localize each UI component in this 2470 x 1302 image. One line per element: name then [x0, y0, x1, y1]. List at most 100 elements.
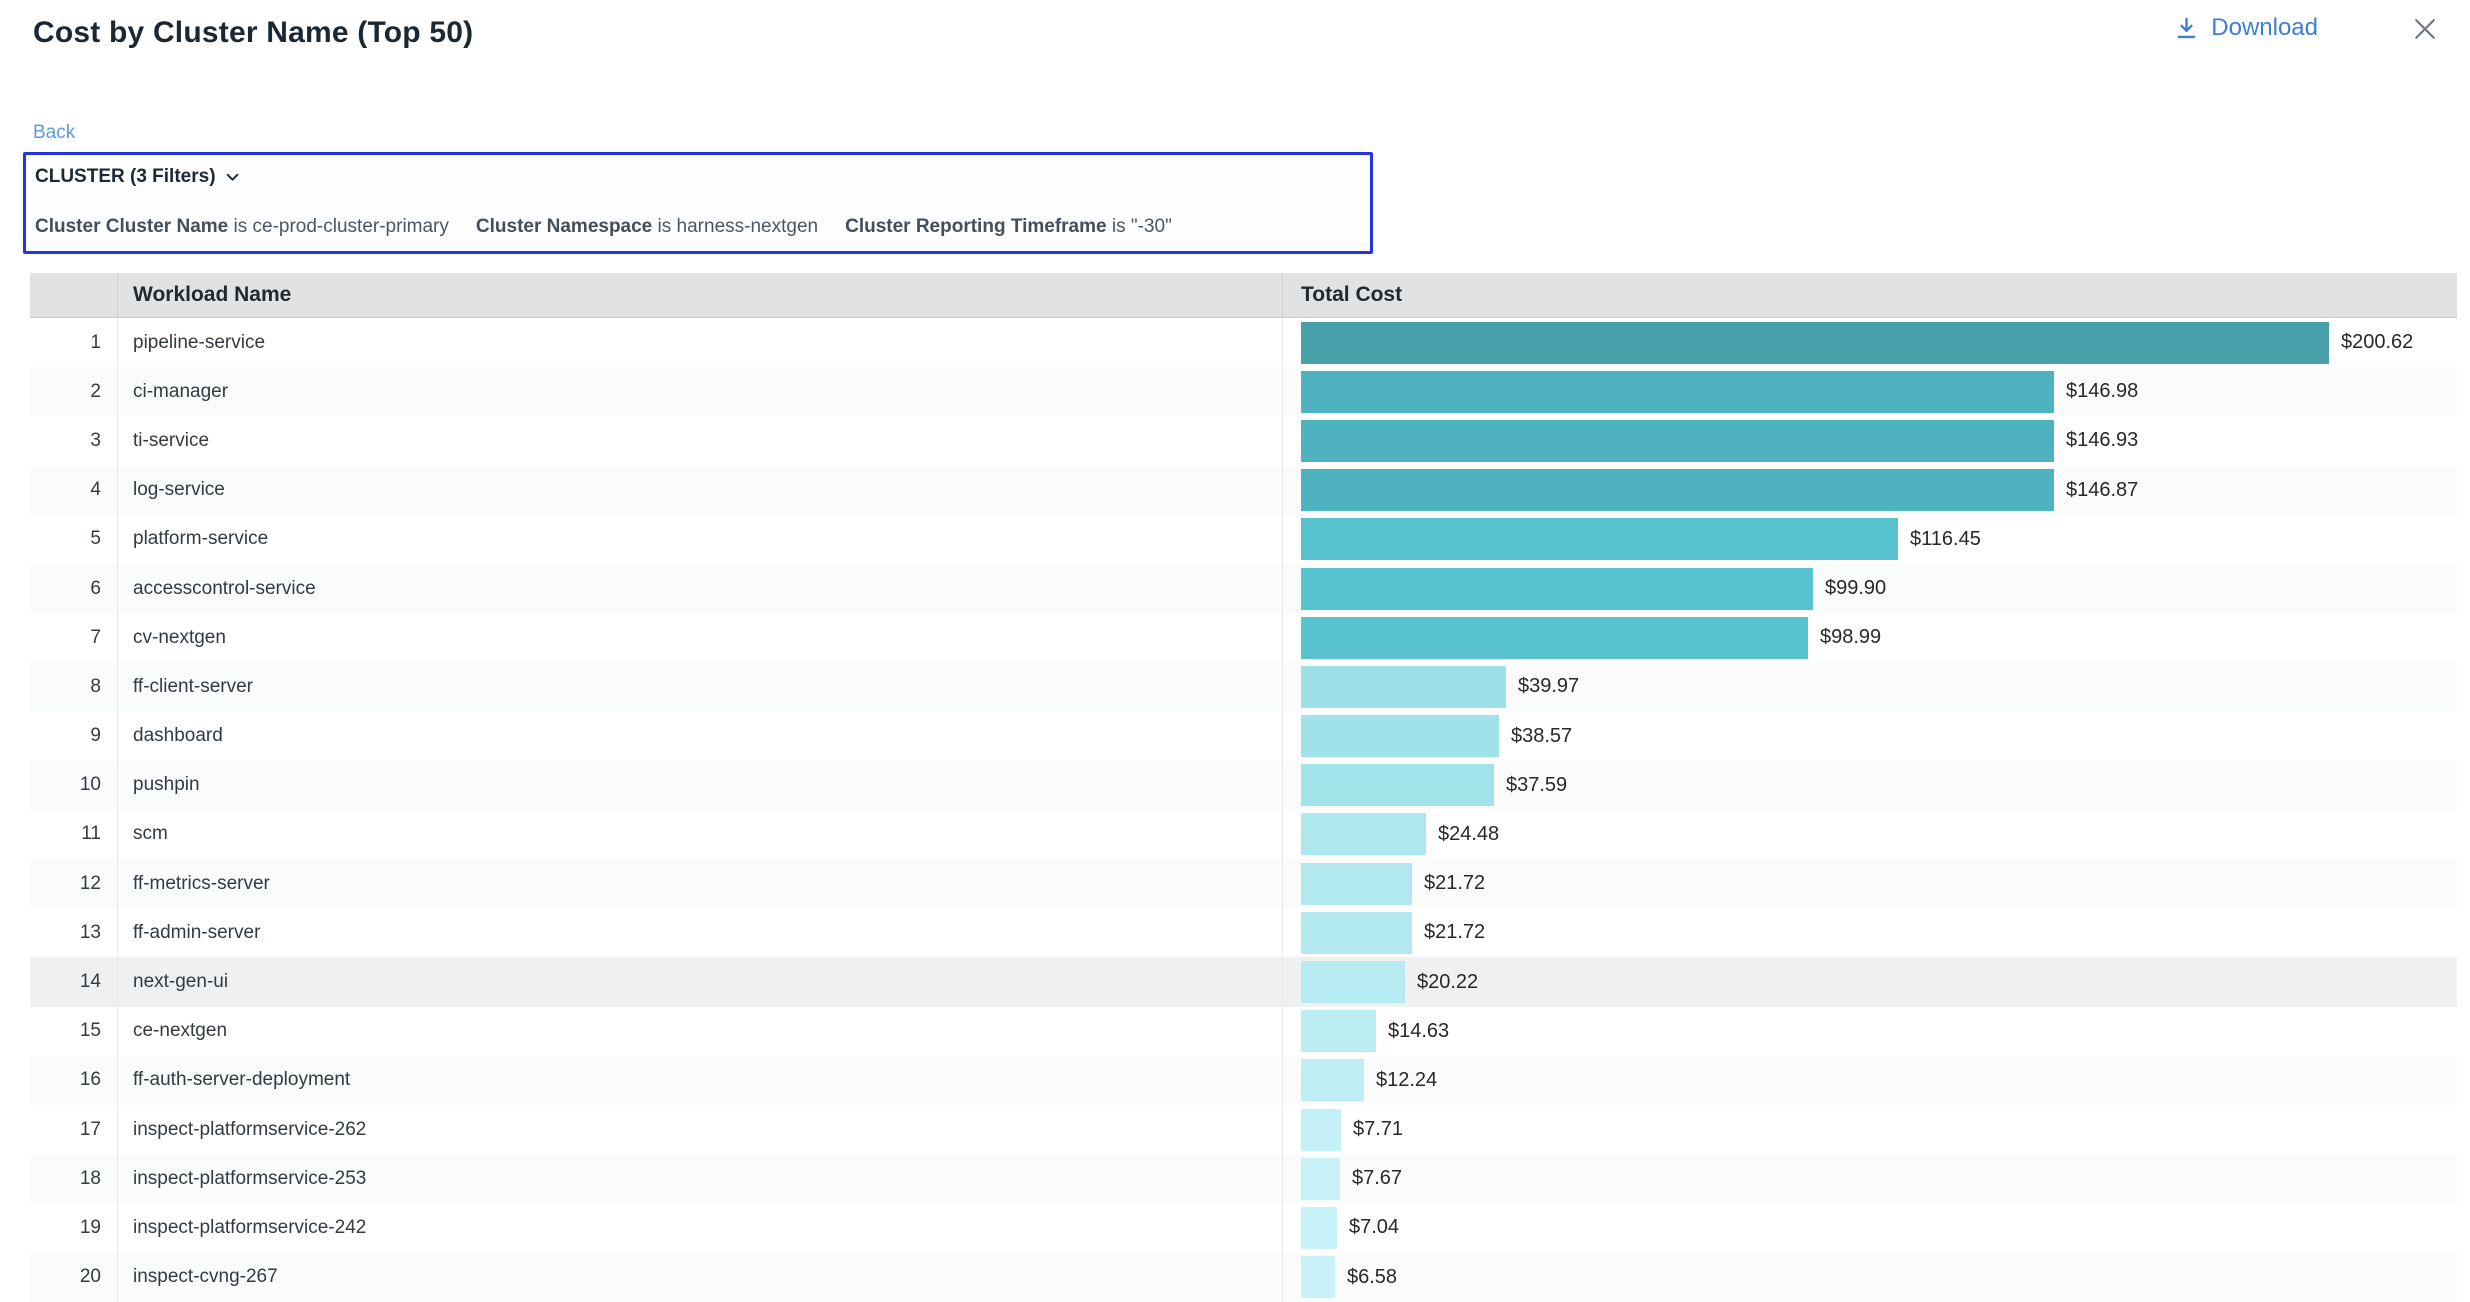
table-row: 17 inspect-platformservice-262 $7.71	[30, 1105, 2457, 1154]
cost-value: $146.93	[2066, 429, 2138, 452]
cost-value: $116.45	[1910, 528, 1981, 551]
total-cost-cell: $12.24	[1282, 1056, 2457, 1105]
cost-bar[interactable]	[1301, 912, 1412, 954]
page-title: Cost by Cluster Name (Top 50)	[33, 16, 473, 50]
filter-panel: CLUSTER (3 Filters) Cluster Cluster Name…	[23, 152, 1373, 254]
table-row: 7 cv-nextgen $98.99	[30, 613, 2457, 662]
cost-value: $21.72	[1424, 872, 1485, 895]
row-rank: 8	[30, 662, 118, 711]
cost-value: $98.99	[1820, 626, 1881, 649]
table-row: 19 inspect-platformservice-242 $7.04	[30, 1203, 2457, 1252]
cost-value: $7.71	[1353, 1118, 1403, 1141]
cost-bar[interactable]	[1301, 1010, 1376, 1052]
row-rank: 11	[30, 810, 118, 859]
cost-value: $200.62	[2341, 331, 2413, 354]
total-cost-cell: $38.57	[1282, 712, 2457, 761]
cost-bar[interactable]	[1301, 863, 1412, 905]
total-cost-cell: $7.67	[1282, 1154, 2457, 1203]
cost-bar[interactable]	[1301, 469, 2054, 511]
cost-table: Workload Name Total Cost 1 pipeline-serv…	[30, 273, 2457, 1302]
row-rank: 12	[30, 859, 118, 908]
table-row: 15 ce-nextgen $14.63	[30, 1007, 2457, 1056]
total-cost-cell: $98.99	[1282, 613, 2457, 662]
cost-value: $21.72	[1424, 921, 1485, 944]
cost-bar[interactable]	[1301, 1059, 1364, 1101]
row-rank: 6	[30, 564, 118, 613]
row-rank: 15	[30, 1007, 118, 1056]
workload-name: log-service	[118, 466, 1282, 515]
table-row: 13 ff-admin-server $21.72	[30, 908, 2457, 957]
row-rank: 1	[30, 318, 118, 367]
cost-bar[interactable]	[1301, 568, 1813, 610]
row-rank: 17	[30, 1105, 118, 1154]
download-icon	[2173, 15, 2200, 42]
workload-name: ce-nextgen	[118, 1007, 1282, 1056]
cost-bar[interactable]	[1301, 764, 1494, 806]
total-cost-cell: $7.04	[1282, 1203, 2457, 1252]
total-cost-cell: $39.97	[1282, 662, 2457, 711]
close-icon	[2410, 14, 2440, 44]
cost-value: $20.22	[1417, 971, 1478, 994]
table-header-row: Workload Name Total Cost	[30, 273, 2457, 318]
row-rank: 14	[30, 957, 118, 1006]
back-link[interactable]: Back	[33, 122, 75, 144]
workload-name: inspect-platformservice-262	[118, 1105, 1282, 1154]
table-row: 9 dashboard $38.57	[30, 712, 2457, 761]
table-row: 2 ci-manager $146.98	[30, 367, 2457, 416]
row-rank: 2	[30, 367, 118, 416]
chevron-down-icon	[225, 170, 240, 185]
cost-value: $99.90	[1825, 577, 1886, 600]
row-rank: 3	[30, 416, 118, 465]
cost-bar[interactable]	[1301, 1158, 1340, 1200]
row-rank: 20	[30, 1253, 118, 1302]
cost-bar[interactable]	[1301, 666, 1506, 708]
table-body: 1 pipeline-service $200.62 2 ci-manager …	[30, 318, 2457, 1302]
total-cost-cell: $24.48	[1282, 810, 2457, 859]
row-rank: 16	[30, 1056, 118, 1105]
close-button[interactable]	[2408, 12, 2442, 46]
cost-bar[interactable]	[1301, 518, 1898, 560]
cost-bar[interactable]	[1301, 420, 2054, 462]
row-rank: 7	[30, 613, 118, 662]
workload-name: inspect-platformservice-253	[118, 1154, 1282, 1203]
total-cost-cell: $20.22	[1282, 957, 2457, 1006]
total-cost-cell: $146.98	[1282, 367, 2457, 416]
workload-name: ff-auth-server-deployment	[118, 1056, 1282, 1105]
cost-bar[interactable]	[1301, 322, 2329, 364]
cost-bar[interactable]	[1301, 1109, 1341, 1151]
table-row: 18 inspect-platformservice-253 $7.67	[30, 1154, 2457, 1203]
cost-bar[interactable]	[1301, 715, 1499, 757]
total-cost-cell: $7.71	[1282, 1105, 2457, 1154]
workload-name: ti-service	[118, 416, 1282, 465]
cost-value: $37.59	[1506, 774, 1567, 797]
cost-bar[interactable]	[1301, 813, 1426, 855]
workload-name: platform-service	[118, 515, 1282, 564]
filter-summary-label: CLUSTER (3 Filters)	[35, 166, 216, 188]
cost-value: $6.58	[1347, 1266, 1397, 1289]
cost-bar[interactable]	[1301, 961, 1405, 1003]
download-button[interactable]: Download	[2173, 14, 2318, 42]
cost-bar[interactable]	[1301, 371, 2054, 413]
total-cost-cell: $200.62	[1282, 318, 2457, 367]
cost-bar[interactable]	[1301, 1207, 1337, 1249]
filter-condition[interactable]: Cluster Namespace is harness-nextgen	[476, 216, 818, 238]
cost-bar[interactable]	[1301, 1256, 1335, 1298]
filter-condition[interactable]: Cluster Cluster Name is ce-prod-cluster-…	[35, 216, 449, 238]
workload-name: next-gen-ui	[118, 957, 1282, 1006]
total-cost-cell: $99.90	[1282, 564, 2457, 613]
download-label: Download	[2211, 14, 2318, 42]
filter-summary-toggle[interactable]: CLUSTER (3 Filters)	[35, 166, 1361, 188]
filter-condition[interactable]: Cluster Reporting Timeframe is "-30"	[845, 216, 1172, 238]
table-row: 11 scm $24.48	[30, 810, 2457, 859]
total-cost-cell: $14.63	[1282, 1007, 2457, 1056]
workload-name: inspect-cvng-267	[118, 1253, 1282, 1302]
table-row: 4 log-service $146.87	[30, 466, 2457, 515]
total-cost-cell: $146.93	[1282, 416, 2457, 465]
row-rank: 5	[30, 515, 118, 564]
table-row: 20 inspect-cvng-267 $6.58	[30, 1253, 2457, 1302]
table-row: 12 ff-metrics-server $21.72	[30, 859, 2457, 908]
row-rank: 19	[30, 1203, 118, 1252]
cost-bar[interactable]	[1301, 617, 1808, 659]
workload-name: scm	[118, 810, 1282, 859]
workload-name: ff-metrics-server	[118, 859, 1282, 908]
